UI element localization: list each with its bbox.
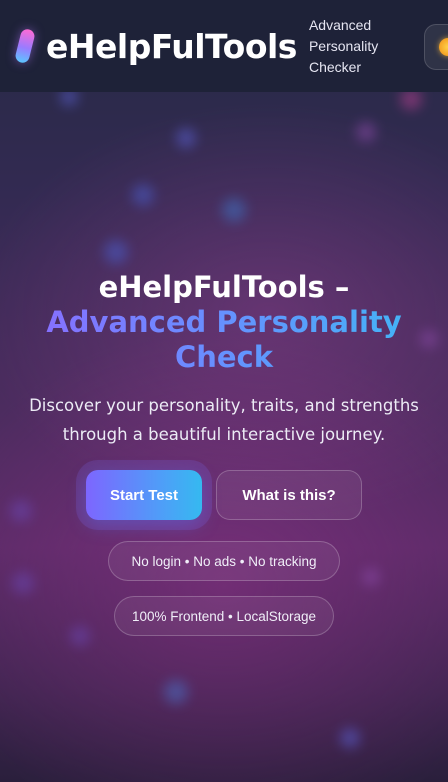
bg-orb bbox=[176, 128, 196, 148]
nav-line: Personality bbox=[308, 37, 379, 54]
nav-link-personality-checker[interactable]: Advanced Personality Checker bbox=[309, 15, 383, 78]
bg-orb bbox=[104, 240, 128, 264]
bg-orb bbox=[12, 572, 34, 594]
hero-title-line1: eHelpFulTools – bbox=[98, 270, 350, 304]
privacy-badge: No login • No ads • No tracking bbox=[108, 541, 340, 581]
bg-orb bbox=[70, 626, 90, 646]
hero-subtitle: Discover your personality, traits, and s… bbox=[29, 396, 419, 444]
nav-line: Advanced bbox=[308, 16, 372, 33]
bg-orb bbox=[362, 568, 380, 586]
sun-icon bbox=[439, 38, 448, 56]
bg-orb bbox=[222, 198, 246, 222]
bg-orb bbox=[340, 728, 360, 748]
what-is-this-button[interactable]: What is this? bbox=[216, 470, 362, 520]
start-test-button[interactable]: Start Test bbox=[86, 470, 202, 520]
hero-section: eHelpFulTools – Advanced Personality Che… bbox=[0, 270, 448, 449]
hero-title: eHelpFulTools – Advanced Personality Che… bbox=[14, 270, 434, 375]
theme-toggle-button[interactable] bbox=[424, 24, 448, 70]
storage-badge: 100% Frontend • LocalStorage bbox=[114, 596, 334, 636]
gradient-pill-logo-icon bbox=[14, 27, 36, 65]
hero-actions: Start Test What is this? bbox=[0, 470, 448, 520]
nav-line: Checker bbox=[308, 58, 362, 75]
brand-logo-text[interactable]: eHelpFulTools bbox=[46, 27, 297, 66]
top-header: eHelpFulTools Advanced Personality Check… bbox=[0, 0, 448, 92]
bg-orb bbox=[164, 680, 188, 704]
bg-orb bbox=[356, 122, 376, 142]
bg-orb bbox=[132, 184, 154, 206]
hero-title-gradient: Advanced Personality Check bbox=[14, 305, 434, 375]
